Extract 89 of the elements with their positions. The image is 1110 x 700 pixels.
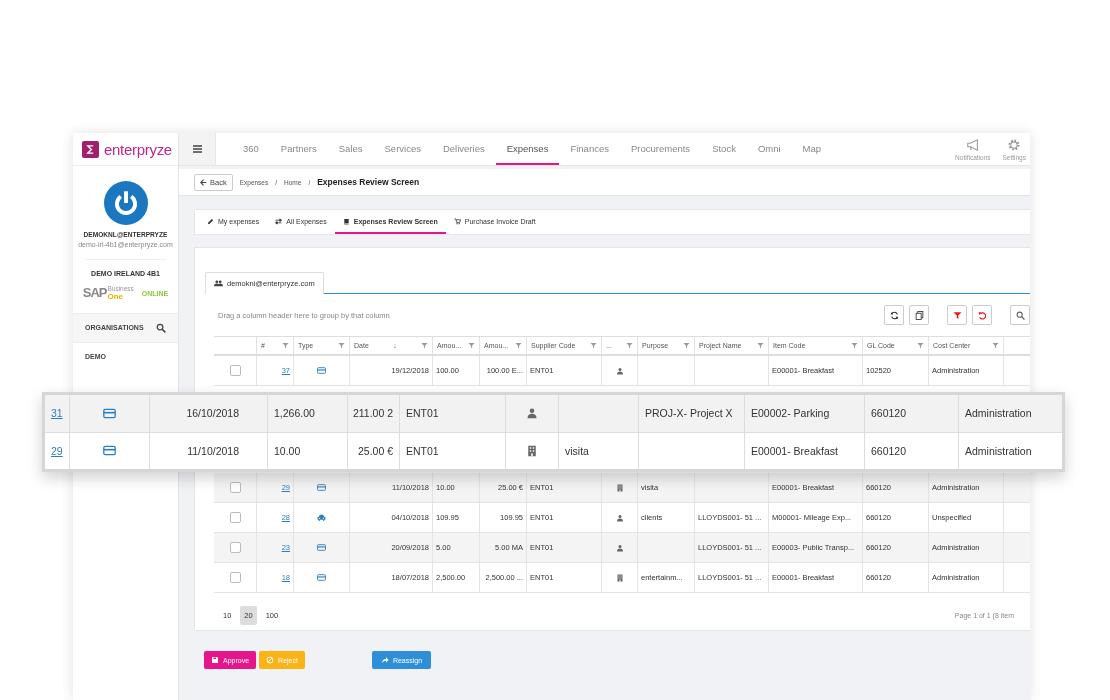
card-icon: [317, 366, 326, 375]
filter-icon: [757, 342, 764, 349]
megaphone-icon: [965, 137, 980, 152]
undo-button[interactable]: [972, 305, 992, 325]
users-icon: [214, 279, 223, 288]
filter-icon: [992, 342, 999, 349]
menu-icon[interactable]: [179, 133, 216, 165]
table-cell: visita: [565, 444, 589, 457]
card-icon: [317, 483, 326, 492]
nav-tab[interactable]: Partners: [269, 133, 328, 165]
table-cell: 25.00 €: [357, 444, 393, 457]
nav-tab[interactable]: Finances: [559, 133, 620, 165]
table-cell: Administration: [965, 444, 1032, 457]
nav-tab[interactable]: Deliveries: [431, 133, 496, 165]
person-icon: [615, 513, 624, 522]
filter-icon: [683, 342, 690, 349]
card-icon: [317, 543, 326, 552]
swap-arrows-icon: [275, 217, 283, 225]
car-icon: [317, 513, 326, 522]
row-checkbox[interactable]: [229, 572, 241, 583]
row-checkbox[interactable]: [229, 482, 241, 493]
table-cell: ENT01: [406, 407, 439, 420]
filter-icon: [626, 342, 633, 349]
filter-icon: [952, 310, 962, 320]
table-cell: 11/10/2018: [187, 444, 239, 457]
row-checkbox[interactable]: [229, 512, 241, 523]
nav-tab[interactable]: Expenses: [495, 133, 560, 165]
table-cell: E00002- Parking: [751, 407, 830, 420]
table-cell: ENT01: [406, 444, 439, 457]
copy-icon: [914, 310, 924, 320]
product-logo-text: One: [107, 292, 123, 301]
filter-icon: [468, 342, 475, 349]
table-cell: 660120: [871, 407, 907, 420]
filter-icon: [590, 342, 597, 349]
ban-icon: [266, 656, 275, 664]
expense-link[interactable]: 29: [51, 444, 63, 457]
nav-tab[interactable]: Map: [791, 133, 833, 165]
search-icon: [1015, 310, 1025, 320]
filter-icon: [282, 342, 289, 349]
row-checkbox[interactable]: [229, 365, 241, 376]
table-cell: 660120: [871, 444, 907, 457]
nav-tab[interactable]: Stock: [701, 133, 747, 165]
expense-link[interactable]: 31: [51, 407, 63, 420]
table-cell: 1,266.00: [274, 407, 315, 420]
pencil-icon: [207, 217, 214, 225]
nav-tab[interactable]: Procurements: [620, 133, 702, 165]
card-icon: [103, 406, 116, 420]
brand-name: enterpryze: [104, 140, 172, 158]
filter-icon: [421, 342, 428, 349]
search-icon: [156, 322, 166, 333]
undo-icon: [977, 310, 987, 320]
table-cell: E00001- Breakfast: [751, 444, 838, 457]
filter-icon: [851, 342, 858, 349]
table-cell: PROJ-X- Project X: [645, 407, 733, 420]
filter-icon: [338, 342, 345, 349]
card-icon: [317, 573, 326, 582]
table-cell: 211.00 2: [352, 407, 393, 420]
building-icon: [526, 444, 538, 457]
person-icon: [615, 366, 624, 375]
nav-tab[interactable]: Sales: [327, 133, 374, 165]
search-button[interactable]: [1010, 305, 1030, 325]
nav-tab[interactable]: 360: [232, 133, 270, 165]
nav-tab[interactable]: Services: [373, 133, 432, 165]
book-icon: [342, 217, 350, 225]
back-arrow-icon: [200, 178, 207, 186]
cart-icon: [453, 217, 461, 225]
page-title: Expenses Review Screen: [317, 177, 420, 187]
person-icon: [615, 543, 624, 552]
card-icon: [103, 444, 116, 458]
power-avatar-icon: [103, 181, 148, 225]
table-cell: Administration: [965, 407, 1032, 420]
refresh-icon: [889, 310, 899, 320]
copy-button[interactable]: [909, 305, 929, 325]
logo-icon: [82, 140, 99, 158]
nav-tab[interactable]: Omni: [746, 133, 792, 165]
share-arrow-icon: [380, 656, 389, 664]
filter-icon: [917, 342, 924, 349]
building-icon: [615, 573, 624, 582]
product-logo-text: SAP: [82, 286, 107, 300]
gear-icon: [1007, 137, 1022, 152]
row-checkbox[interactable]: [229, 542, 241, 553]
save-icon: [211, 656, 219, 664]
table-cell: 10.00: [274, 444, 301, 457]
refresh-button[interactable]: [884, 305, 904, 325]
building-icon: [615, 483, 624, 492]
filter-button[interactable]: [947, 305, 967, 325]
filter-icon: [515, 342, 522, 349]
table-cell: 16/10/2018: [186, 407, 239, 420]
person-icon: [526, 407, 538, 420]
